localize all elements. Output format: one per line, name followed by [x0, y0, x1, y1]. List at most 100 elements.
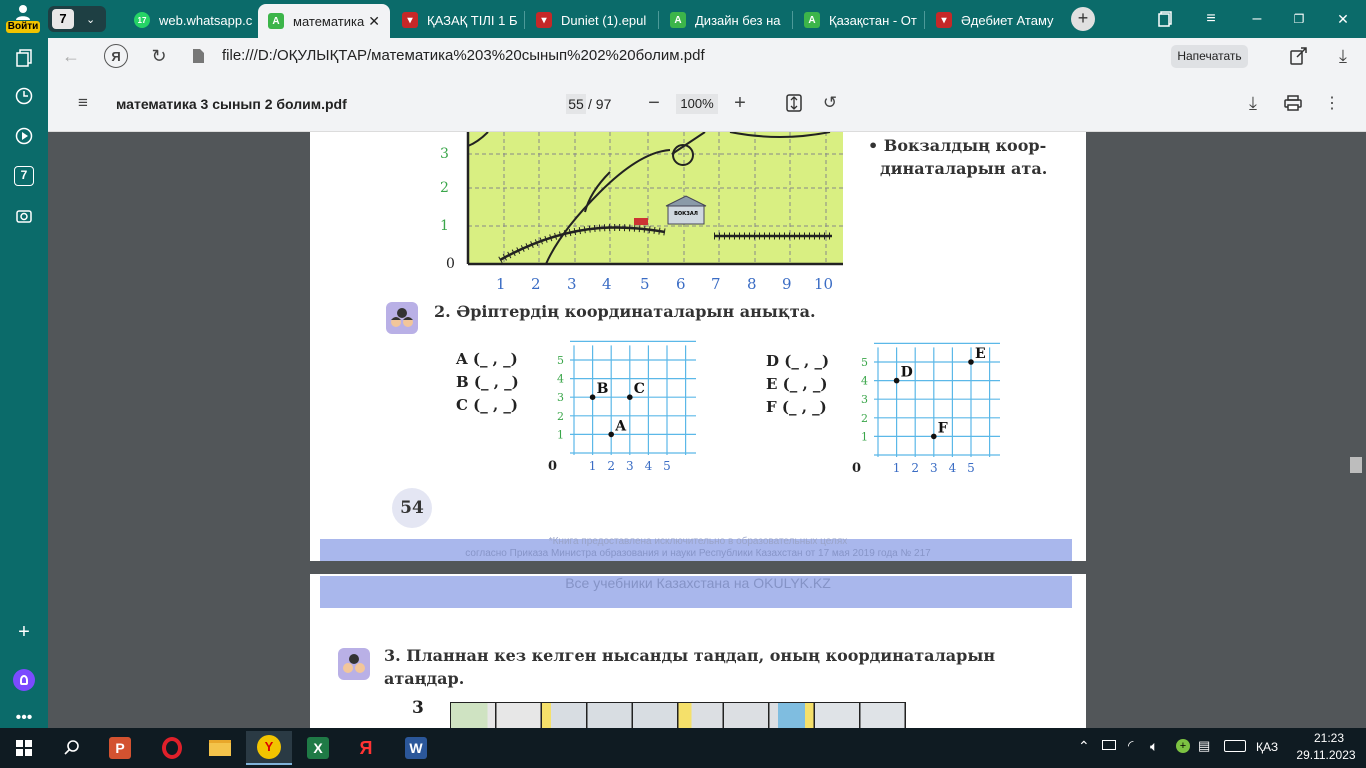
- download-icon[interactable]: ⤓: [1242, 92, 1264, 114]
- grid-y-tick: 5: [557, 354, 564, 367]
- excel-icon[interactable]: X: [298, 734, 338, 762]
- volume-icon[interactable]: 🔈︎: [1150, 738, 1158, 755]
- word-icon[interactable]: W: [396, 734, 436, 762]
- rotate-icon[interactable]: ↺: [820, 92, 840, 114]
- page-number-input[interactable]: 55: [566, 94, 586, 114]
- print-button[interactable]: Напечатать: [1171, 45, 1248, 68]
- download-icon[interactable]: ⤓: [1332, 45, 1354, 67]
- share-icon[interactable]: [1288, 45, 1310, 67]
- more-icon[interactable]: •••: [12, 706, 36, 730]
- play-icon[interactable]: [12, 124, 36, 148]
- station-sign: ВОКЗАЛ: [674, 211, 698, 217]
- point-label-C: C: [634, 381, 645, 397]
- tab-group-button[interactable]: 7 ⌄: [48, 6, 106, 32]
- grid-origin: 0: [548, 459, 557, 473]
- map-y-tick: 2: [440, 180, 449, 196]
- profile-label: Войти: [6, 21, 40, 33]
- point-A: [608, 431, 614, 438]
- sidebar-rail: 7 + •••: [0, 38, 48, 728]
- restore-icon[interactable]: ❐: [1288, 8, 1310, 30]
- collections-icon[interactable]: [1154, 8, 1176, 30]
- page-total: / 97: [588, 96, 612, 112]
- close-window-icon[interactable]: ✕: [1332, 8, 1354, 30]
- task2-title: 2. Әріптердің координаталарын анықта.: [434, 302, 816, 321]
- point-label-D: D: [901, 365, 913, 381]
- yandex-browser-icon[interactable]: Y: [246, 731, 292, 765]
- rail-badge[interactable]: 7: [12, 164, 36, 188]
- zoom-level-input[interactable]: 100%: [676, 94, 718, 114]
- opera-icon[interactable]: [152, 734, 192, 762]
- new-tab-button[interactable]: +: [1071, 7, 1095, 31]
- grid2-answer-d: D (_ , _): [766, 352, 830, 370]
- alice-icon[interactable]: [12, 668, 36, 692]
- point-E: [968, 359, 974, 365]
- collections-icon[interactable]: [12, 46, 36, 70]
- tab-title: web.whatsapp.c: [159, 12, 253, 28]
- tab-whatsapp[interactable]: 17 web.whatsapp.c: [124, 6, 256, 34]
- clock-time[interactable]: 21:23: [1306, 731, 1352, 745]
- tab-duniet[interactable]: ▾ Duniet (1).epul: [526, 6, 656, 34]
- map-y-tick: 3: [440, 146, 449, 162]
- start-icon[interactable]: [4, 734, 44, 762]
- reload-icon[interactable]: ↻: [148, 45, 170, 67]
- tab-divider: [924, 11, 925, 29]
- point-B: [589, 394, 596, 400]
- pdf-viewer[interactable]: ВОКЗАЛ 3 2 1 0 1 2 3 4 5 6 7 8 9 10 • Во…: [48, 132, 1366, 728]
- tab-title: математика: [293, 13, 365, 29]
- tab-title: ҚАЗАҚ ТІЛІ 1 Б: [427, 12, 518, 28]
- tab-math-pdf[interactable]: A математика ✕: [258, 4, 390, 38]
- yandex-icon[interactable]: Я: [346, 734, 386, 762]
- pdf-page-55: Все учебники Казахстана на OKULYK.KZ 3. …: [310, 574, 1086, 728]
- grid-x-tick: 1: [589, 459, 597, 473]
- clock-date[interactable]: 29.11.2023: [1294, 748, 1358, 762]
- tab-kazakhstan[interactable]: A Қазақстан - От: [794, 6, 922, 34]
- search-icon[interactable]: [52, 734, 92, 762]
- grid-x-tick: 2: [607, 459, 615, 473]
- file-explorer-icon[interactable]: [200, 734, 240, 762]
- zoom-in-icon[interactable]: +: [730, 92, 750, 114]
- close-icon[interactable]: ✕: [368, 13, 380, 30]
- input-language[interactable]: ҚАЗ: [1256, 740, 1278, 754]
- shield-pdf-icon: ▾: [936, 12, 952, 28]
- station-task-line1: • Вокзалдың коор-: [868, 136, 1047, 155]
- pdf-app-icon: A: [268, 13, 284, 29]
- menu-icon[interactable]: ≡: [1200, 8, 1222, 30]
- scrollbar-thumb[interactable]: [1350, 457, 1362, 473]
- screenshot-icon[interactable]: [12, 204, 36, 228]
- shield-plus-icon[interactable]: +: [1176, 739, 1190, 753]
- shield-pdf-icon: ▾: [536, 12, 552, 28]
- menu-icon[interactable]: ≡: [72, 92, 94, 114]
- back-arrow-icon[interactable]: ←: [60, 45, 82, 67]
- pdf-file-name: математика 3 сынып 2 болим.pdf: [116, 96, 347, 112]
- history-icon[interactable]: [12, 84, 36, 108]
- footer-line-2: согласно Приказа Министра образования и …: [465, 548, 931, 559]
- wifi-icon[interactable]: ◜: [1128, 737, 1133, 754]
- city-coordinate-map: ВОКЗАЛ: [466, 132, 843, 266]
- tab-adebiet[interactable]: ▾ Әдебиет Атаму: [926, 6, 1056, 34]
- print-icon[interactable]: [1282, 93, 1304, 113]
- more-options-icon[interactable]: ⋮: [1322, 92, 1342, 114]
- battery-icon[interactable]: [1102, 740, 1116, 750]
- profile-button[interactable]: Войти: [6, 2, 40, 36]
- minimize-icon[interactable]: –: [1246, 8, 1268, 30]
- grid-x-tick: 3: [930, 461, 938, 475]
- grid2-answer-e: E (_ , _): [766, 375, 828, 393]
- powerpoint-icon[interactable]: P: [100, 734, 140, 762]
- footer-line-1: *Книга предоставлена исключительно в обр…: [548, 536, 848, 547]
- whatsapp-icon: 17: [134, 12, 150, 28]
- grid-y-tick: 2: [861, 412, 868, 425]
- add-icon[interactable]: +: [12, 620, 36, 644]
- keyboard-icon[interactable]: [1224, 740, 1246, 752]
- notifications-icon[interactable]: ▤: [1198, 738, 1210, 754]
- zoom-out-icon[interactable]: −: [644, 92, 664, 114]
- address-input[interactable]: file:///D:/ОҚУЛЫҚТАР/математика%203%20сы…: [222, 47, 705, 64]
- tab-divider: [658, 11, 659, 29]
- tray-chevron-icon[interactable]: ⌃: [1078, 738, 1090, 755]
- fit-page-icon[interactable]: [784, 93, 804, 113]
- tab-design[interactable]: A Дизайн без на: [660, 6, 790, 34]
- tab-kazakh-tili[interactable]: ▾ ҚАЗАҚ ТІЛІ 1 Б: [392, 6, 522, 34]
- yandex-icon[interactable]: Я: [104, 44, 128, 68]
- taskbar: P Y X Я W ⌃ ◜ 🔈︎ + ▤ ҚАЗ 21:23 29.11.202…: [0, 728, 1366, 768]
- shield-pdf-icon: ▾: [402, 12, 418, 28]
- pdf-app-icon: A: [670, 12, 686, 28]
